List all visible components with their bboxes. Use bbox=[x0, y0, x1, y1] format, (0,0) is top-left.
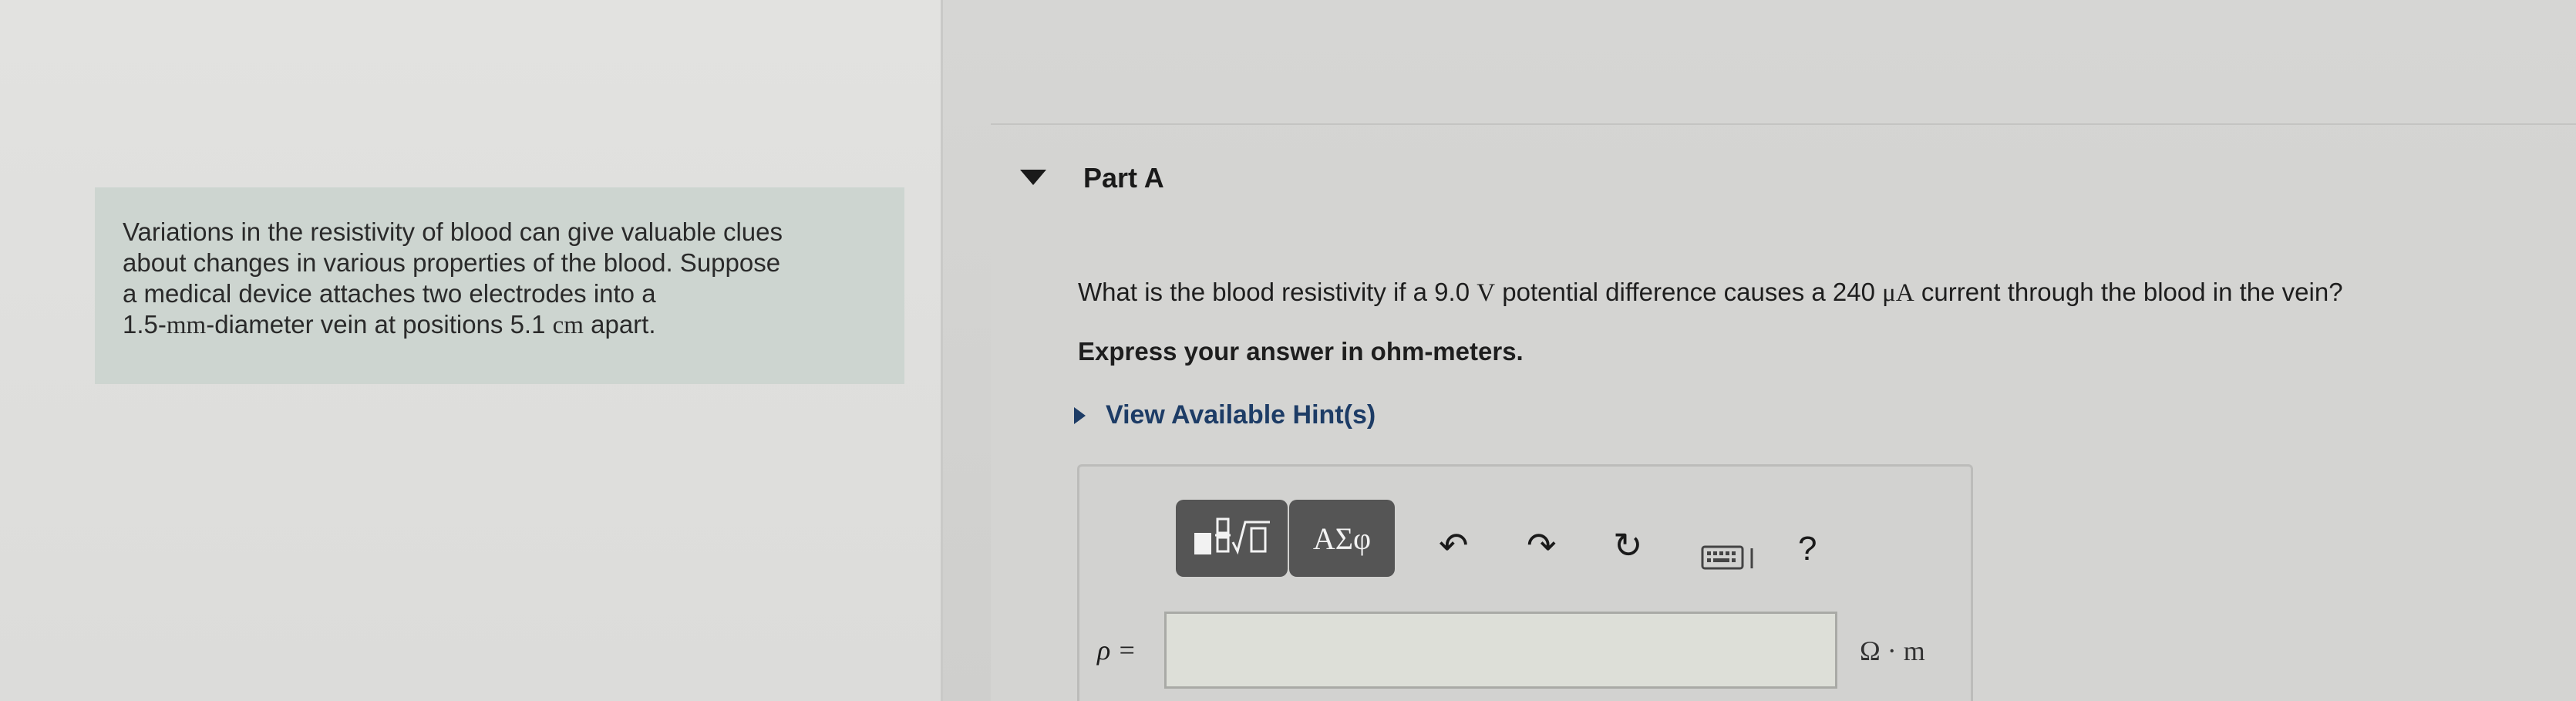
keyboard-shortcuts-button[interactable] bbox=[1701, 545, 1756, 574]
reset-icon[interactable]: ↻ bbox=[1613, 527, 1643, 563]
question-mid: potential difference causes a 240 bbox=[1495, 278, 1883, 306]
problem-statement: Variations in the resistivity of blood c… bbox=[95, 187, 904, 384]
question-unit-volts: V bbox=[1477, 279, 1496, 307]
problem-line-4-end: apart. bbox=[583, 310, 656, 339]
hint-expand-icon[interactable] bbox=[1074, 406, 1086, 424]
problem-unit-cm: cm bbox=[552, 312, 584, 339]
problem-unit-mm: mm bbox=[166, 312, 207, 339]
symbols-button[interactable]: ΑΣφ bbox=[1289, 500, 1395, 577]
templates-button[interactable] bbox=[1176, 500, 1288, 577]
pane-divider[interactable] bbox=[941, 0, 943, 701]
part-title[interactable]: Part A bbox=[1083, 162, 1164, 194]
hint-link-label[interactable]: View Available Hint(s) bbox=[1106, 400, 1376, 430]
problem-line-4-value: 1.5- bbox=[123, 310, 167, 339]
templates-icon bbox=[1194, 517, 1270, 555]
answer-variable-label: ρ = bbox=[1097, 635, 1136, 666]
keyboard-icon bbox=[1701, 545, 1753, 570]
question-text: What is the blood resistivity if a 9.0 V… bbox=[1078, 278, 2343, 308]
answer-unit-label: Ω · m bbox=[1860, 635, 1925, 666]
problem-line-1: Variations in the resistivity of blood c… bbox=[123, 217, 783, 246]
problem-line-2: about changes in various properties of t… bbox=[123, 248, 781, 277]
collapse-triangle-icon[interactable] bbox=[1020, 170, 1046, 185]
question-unit-microamps: μA bbox=[1882, 279, 1914, 307]
problem-line-3: a medical device attaches two electrodes… bbox=[123, 279, 656, 308]
part-header-divider bbox=[991, 123, 2576, 125]
view-hints-link[interactable]: View Available Hint(s) bbox=[1074, 400, 1376, 430]
problem-text: Variations in the resistivity of blood c… bbox=[123, 217, 877, 341]
undo-icon[interactable]: ↶ bbox=[1439, 527, 1469, 563]
redo-icon[interactable]: ↷ bbox=[1527, 527, 1557, 563]
answer-input[interactable] bbox=[1164, 612, 1837, 689]
question-pre: What is the blood resistivity if a 9.0 bbox=[1078, 278, 1477, 306]
help-icon[interactable]: ? bbox=[1798, 532, 1817, 566]
answer-instruction: Express your answer in ohm-meters. bbox=[1078, 337, 1524, 366]
question-post: current through the blood in the vein? bbox=[1914, 278, 2343, 306]
problem-line-4-rest: -diameter vein at positions 5.1 bbox=[206, 310, 553, 339]
